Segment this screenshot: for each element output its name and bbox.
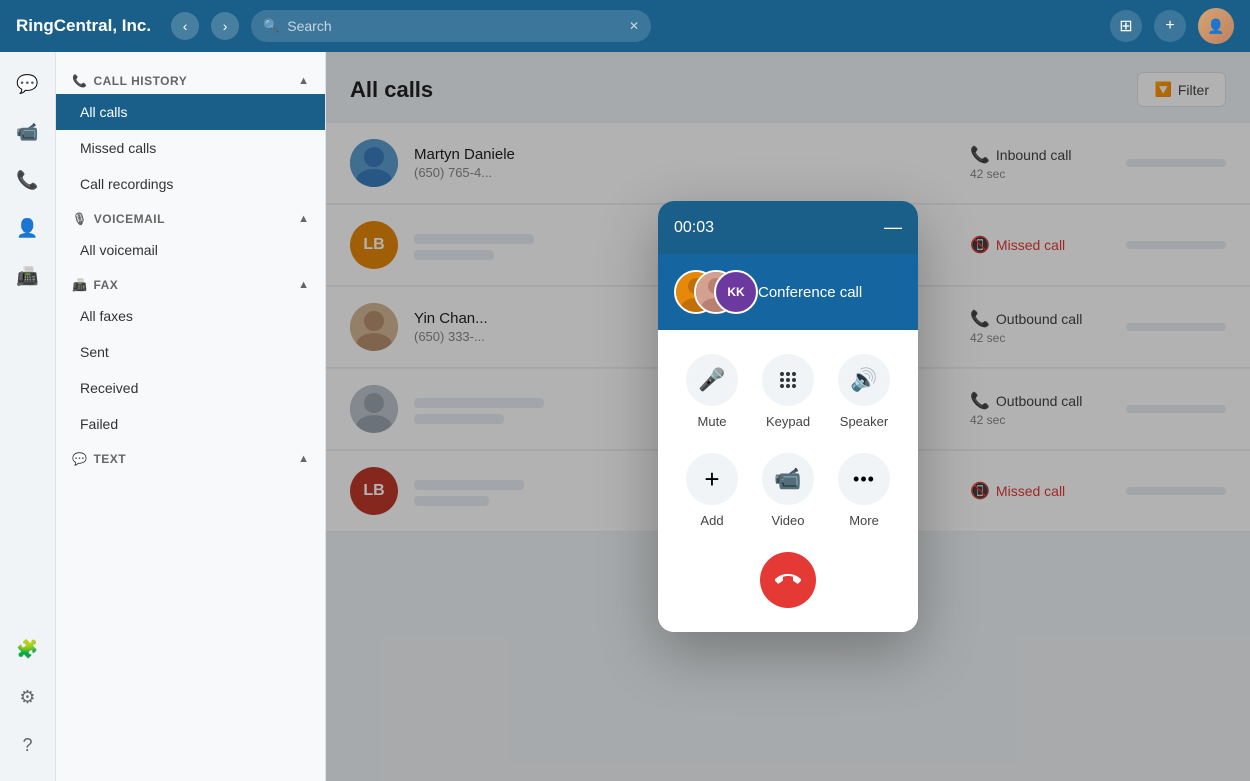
nav-item-received-faxes[interactable]: Received	[56, 370, 325, 406]
search-bar: 🔍 ✕	[251, 10, 651, 42]
more-button[interactable]: ••• More	[838, 453, 890, 528]
popup-body: 🎤 Mute	[658, 330, 918, 632]
nav-item-missed-calls[interactable]: Missed calls	[56, 130, 325, 166]
mute-label: Mute	[698, 414, 727, 429]
sidebar-item-help[interactable]: ?	[8, 725, 48, 765]
conference-call-popup: 00:03 —	[658, 201, 918, 632]
video-label: Video	[771, 513, 804, 528]
sidebar-item-messages[interactable]: 💬	[8, 64, 48, 104]
voicemail-title: 🎙 VOICEMAIL	[72, 212, 165, 226]
topbar: RingCentral, Inc. ‹ › 🔍 ✕ ⊞ + 👤	[0, 0, 1250, 52]
nav-item-all-faxes[interactable]: All faxes	[56, 298, 325, 334]
keypad-button[interactable]: Keypad	[762, 354, 814, 429]
voicemail-arrow: ▲	[298, 213, 309, 225]
nav-item-all-voicemail[interactable]: All voicemail	[56, 232, 325, 268]
conference-avatar-kk: KK	[714, 270, 758, 314]
phone-small-icon: 📞	[72, 74, 87, 88]
keypad-label: Keypad	[766, 414, 810, 429]
call-timer: 00:03	[674, 219, 714, 237]
popup-action-row-1: 🎤 Mute	[674, 354, 902, 429]
minimize-button[interactable]: —	[884, 217, 902, 238]
sidebar-item-settings[interactable]: ⚙	[8, 677, 48, 717]
popup-end-row	[674, 552, 902, 608]
forward-button[interactable]: ›	[211, 12, 239, 40]
content-area: All calls 🔽 Filter Martyn Daniele	[326, 52, 1250, 781]
fax-arrow: ▲	[298, 279, 309, 291]
search-input[interactable]	[287, 18, 621, 34]
text-section-header[interactable]: 💬 TEXT ▲	[56, 442, 325, 472]
conference-info: KK Conference call	[658, 254, 918, 330]
fax-section-header[interactable]: 📠 FAX ▲	[56, 268, 325, 298]
conference-label: Conference call	[758, 284, 862, 301]
sidebar-item-video[interactable]: 📹	[8, 112, 48, 152]
popup-action-row-2: + Add 📹 Video ••• More	[674, 453, 902, 528]
overlay-backdrop: 00:03 —	[326, 52, 1250, 781]
icon-sidebar-bottom: 🧩 ⚙ ?	[8, 629, 48, 781]
more-icon: •••	[838, 453, 890, 505]
add-label: Add	[700, 513, 723, 528]
nav-sidebar: 📞 CALL HISTORY ▲ All calls Missed calls …	[56, 52, 326, 781]
sidebar-item-fax[interactable]: 📠	[8, 256, 48, 296]
fax-icon: 📠	[72, 278, 87, 292]
call-history-title: 📞 CALL HISTORY	[72, 74, 187, 88]
mute-button[interactable]: 🎤 Mute	[686, 354, 738, 429]
sidebar-item-contacts[interactable]: 👤	[8, 208, 48, 248]
nav-item-sent-faxes[interactable]: Sent	[56, 334, 325, 370]
topbar-right: ⊞ + 👤	[1110, 8, 1234, 44]
video-button[interactable]: 📹 Video	[762, 453, 814, 528]
sidebar-item-phone[interactable]: 📞	[8, 160, 48, 200]
call-history-section-header[interactable]: 📞 CALL HISTORY ▲	[56, 64, 325, 94]
conference-avatars: KK	[674, 270, 746, 314]
search-icon: 🔍	[263, 18, 279, 34]
app-title: RingCentral, Inc.	[16, 16, 151, 36]
add-icon[interactable]: +	[1154, 10, 1186, 42]
text-icon: 💬	[72, 452, 87, 466]
speaker-button[interactable]: 🔊 Speaker	[838, 354, 890, 429]
voicemail-icon: 🎙	[72, 212, 88, 226]
more-label: More	[849, 513, 879, 528]
icon-sidebar: 💬 📹 📞 👤 📠 🧩 ⚙ ?	[0, 52, 56, 781]
main-layout: 💬 📹 📞 👤 📠 🧩 ⚙ ? 📞 CALL HISTORY ▲ All cal…	[0, 52, 1250, 781]
speaker-label: Speaker	[840, 414, 888, 429]
call-history-arrow: ▲	[298, 75, 309, 87]
mute-icon: 🎤	[686, 354, 738, 406]
keypad-icon	[762, 354, 814, 406]
user-avatar[interactable]: 👤	[1198, 8, 1234, 44]
text-title: 💬 TEXT	[72, 452, 126, 466]
fax-title: 📠 FAX	[72, 278, 118, 292]
add-button[interactable]: + Add	[686, 453, 738, 528]
back-button[interactable]: ‹	[171, 12, 199, 40]
end-call-button[interactable]	[760, 552, 816, 608]
avatar-face: 👤	[1198, 8, 1234, 44]
video-icon: 📹	[762, 453, 814, 505]
sidebar-item-plugins[interactable]: 🧩	[8, 629, 48, 669]
popup-header: 00:03 —	[658, 201, 918, 254]
speaker-icon: 🔊	[838, 354, 890, 406]
nav-item-all-calls[interactable]: All calls	[56, 94, 325, 130]
nav-item-failed-faxes[interactable]: Failed	[56, 406, 325, 442]
text-arrow: ▲	[298, 453, 309, 465]
nav-item-call-recordings[interactable]: Call recordings	[56, 166, 325, 202]
grid-icon[interactable]: ⊞	[1110, 10, 1142, 42]
add-icon: +	[686, 453, 738, 505]
voicemail-section-header[interactable]: 🎙 VOICEMAIL ▲	[56, 202, 325, 232]
clear-search-icon[interactable]: ✕	[629, 19, 639, 33]
